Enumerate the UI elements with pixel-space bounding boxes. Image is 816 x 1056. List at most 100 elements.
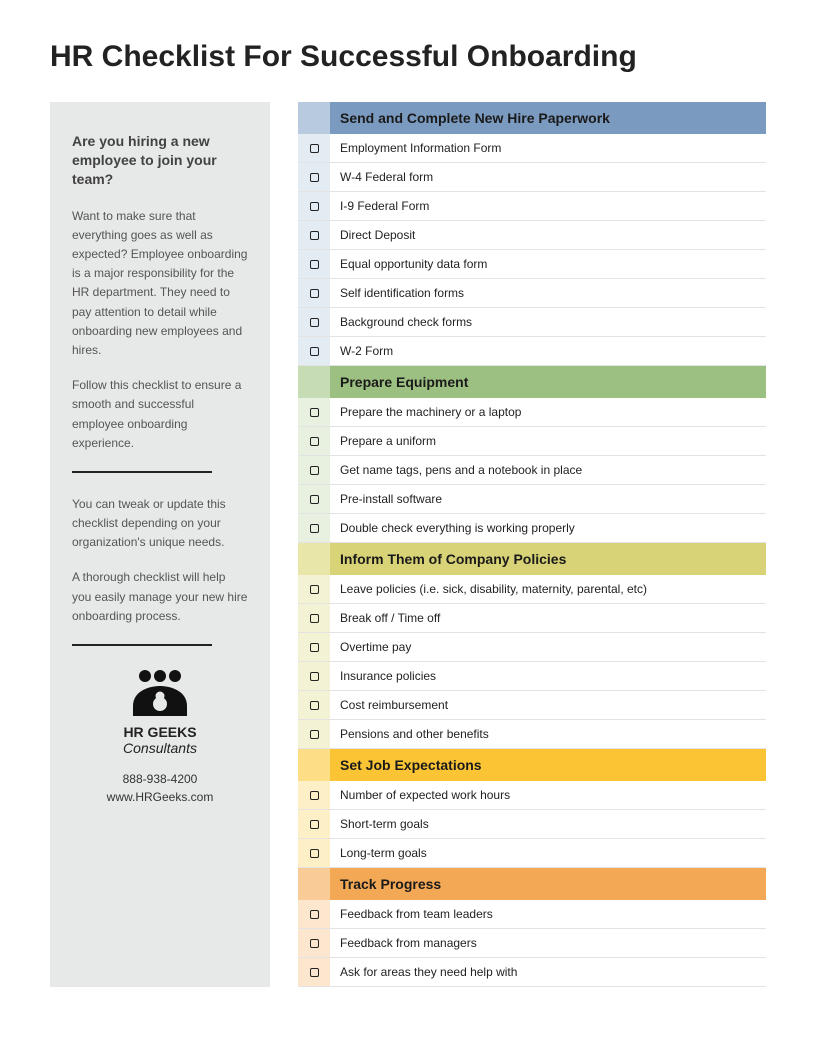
checkbox[interactable] — [310, 408, 319, 417]
checklist-row: Leave policies (i.e. sick, disability, m… — [298, 575, 766, 604]
logo-block: HR GEEKS Consultants 888-938-4200 www.HR… — [72, 668, 248, 806]
checklist-row: Prepare a uniform — [298, 427, 766, 456]
brand-subtitle: Consultants — [72, 740, 248, 756]
checklist-row: Ask for areas they need help with — [298, 958, 766, 987]
section-header-expectations: Set Job Expectations — [298, 749, 766, 781]
people-group-icon — [127, 668, 193, 718]
section-header-equipment: Prepare Equipment — [298, 366, 766, 398]
sidebar-paragraph: You can tweak or update this checklist d… — [72, 495, 248, 553]
contact-website: www.HRGeeks.com — [72, 788, 248, 806]
checkbox[interactable] — [310, 495, 319, 504]
checkbox[interactable] — [310, 173, 319, 182]
checklist-row: Background check forms — [298, 308, 766, 337]
checklist-item-label: Cost reimbursement — [330, 691, 766, 719]
checkbox[interactable] — [310, 260, 319, 269]
checklist-row: Feedback from managers — [298, 929, 766, 958]
sidebar-paragraph: Want to make sure that everything goes a… — [72, 207, 248, 361]
checklist-item-label: Break off / Time off — [330, 604, 766, 632]
section-title: Track Progress — [330, 868, 766, 900]
checklist-item-label: Prepare a uniform — [330, 427, 766, 455]
checkbox[interactable] — [310, 791, 319, 800]
checklist-main: Send and Complete New Hire Paperwork Emp… — [298, 102, 766, 987]
section-title: Send and Complete New Hire Paperwork — [330, 102, 766, 134]
checklist-item-label: Feedback from team leaders — [330, 900, 766, 928]
checkbox[interactable] — [310, 289, 319, 298]
checkbox[interactable] — [310, 437, 319, 446]
checkbox[interactable] — [310, 202, 319, 211]
checklist-item-label: W-4 Federal form — [330, 163, 766, 191]
checklist-row: Break off / Time off — [298, 604, 766, 633]
checkbox[interactable] — [310, 849, 319, 858]
contact-phone: 888-938-4200 — [72, 770, 248, 788]
sidebar-paragraph: A thorough checklist will help you easil… — [72, 568, 248, 626]
checklist-item-label: Long-term goals — [330, 839, 766, 867]
checklist-row: Feedback from team leaders — [298, 900, 766, 929]
checklist-row: Cost reimbursement — [298, 691, 766, 720]
checklist-row: Overtime pay — [298, 633, 766, 662]
sidebar: Are you hiring a new employee to join yo… — [50, 102, 270, 987]
checklist-row: Long-term goals — [298, 839, 766, 868]
checklist-item-label: Ask for areas they need help with — [330, 958, 766, 986]
section-title: Set Job Expectations — [330, 749, 766, 781]
checklist-row: Get name tags, pens and a notebook in pl… — [298, 456, 766, 485]
section-header-accent — [298, 543, 330, 575]
section-header-track-progress: Track Progress — [298, 868, 766, 900]
checklist-row: Equal opportunity data form — [298, 250, 766, 279]
checklist-item-label: Overtime pay — [330, 633, 766, 661]
checkbox[interactable] — [310, 466, 319, 475]
section-header-accent — [298, 366, 330, 398]
checklist-item-label: Leave policies (i.e. sick, disability, m… — [330, 575, 766, 603]
checklist-item-label: Double check everything is working prope… — [330, 514, 766, 542]
sidebar-paragraph: Follow this checklist to ensure a smooth… — [72, 376, 248, 453]
checkbox[interactable] — [310, 939, 319, 948]
checklist-row: Insurance policies — [298, 662, 766, 691]
checkbox[interactable] — [310, 347, 319, 356]
checklist-item-label: Feedback from managers — [330, 929, 766, 957]
checkbox[interactable] — [310, 672, 319, 681]
checklist-item-label: Equal opportunity data form — [330, 250, 766, 278]
section-header-policies: Inform Them of Company Policies — [298, 543, 766, 575]
checklist-row: Self identification forms — [298, 279, 766, 308]
checklist-row: W-2 Form — [298, 337, 766, 366]
checklist-row: W-4 Federal form — [298, 163, 766, 192]
checkbox[interactable] — [310, 318, 319, 327]
checkbox[interactable] — [310, 730, 319, 739]
checklist-item-label: Direct Deposit — [330, 221, 766, 249]
two-column-layout: Are you hiring a new employee to join yo… — [50, 102, 766, 987]
checkbox[interactable] — [310, 968, 319, 977]
checklist-item-label: Background check forms — [330, 308, 766, 336]
checklist-row: Direct Deposit — [298, 221, 766, 250]
checkbox[interactable] — [310, 614, 319, 623]
section-title: Prepare Equipment — [330, 366, 766, 398]
checkbox[interactable] — [310, 524, 319, 533]
checklist-row: Pensions and other benefits — [298, 720, 766, 749]
section-header-accent — [298, 868, 330, 900]
checklist-row: Pre-install software — [298, 485, 766, 514]
checklist-item-label: Self identification forms — [330, 279, 766, 307]
section-header-paperwork: Send and Complete New Hire Paperwork — [298, 102, 766, 134]
checkbox[interactable] — [310, 144, 319, 153]
checklist-item-label: Employment Information Form — [330, 134, 766, 162]
checkbox[interactable] — [310, 910, 319, 919]
divider — [72, 471, 212, 473]
checklist-row: Double check everything is working prope… — [298, 514, 766, 543]
checkbox[interactable] — [310, 701, 319, 710]
checklist-row: Number of expected work hours — [298, 781, 766, 810]
section-header-accent — [298, 102, 330, 134]
checkbox[interactable] — [310, 585, 319, 594]
checkbox[interactable] — [310, 231, 319, 240]
checklist-item-label: Short-term goals — [330, 810, 766, 838]
checkbox[interactable] — [310, 820, 319, 829]
checklist-row: Short-term goals — [298, 810, 766, 839]
checklist-item-label: Insurance policies — [330, 662, 766, 690]
checklist-item-label: Get name tags, pens and a notebook in pl… — [330, 456, 766, 484]
checkbox[interactable] — [310, 643, 319, 652]
checklist-item-label: I-9 Federal Form — [330, 192, 766, 220]
sidebar-heading: Are you hiring a new employee to join yo… — [72, 132, 248, 189]
checklist-row: Employment Information Form — [298, 134, 766, 163]
checklist-row: Prepare the machinery or a laptop — [298, 398, 766, 427]
checklist-item-label: Prepare the machinery or a laptop — [330, 398, 766, 426]
section-header-accent — [298, 749, 330, 781]
page-title: HR Checklist For Successful Onboarding — [50, 40, 766, 74]
brand-name: HR GEEKS — [72, 724, 248, 740]
